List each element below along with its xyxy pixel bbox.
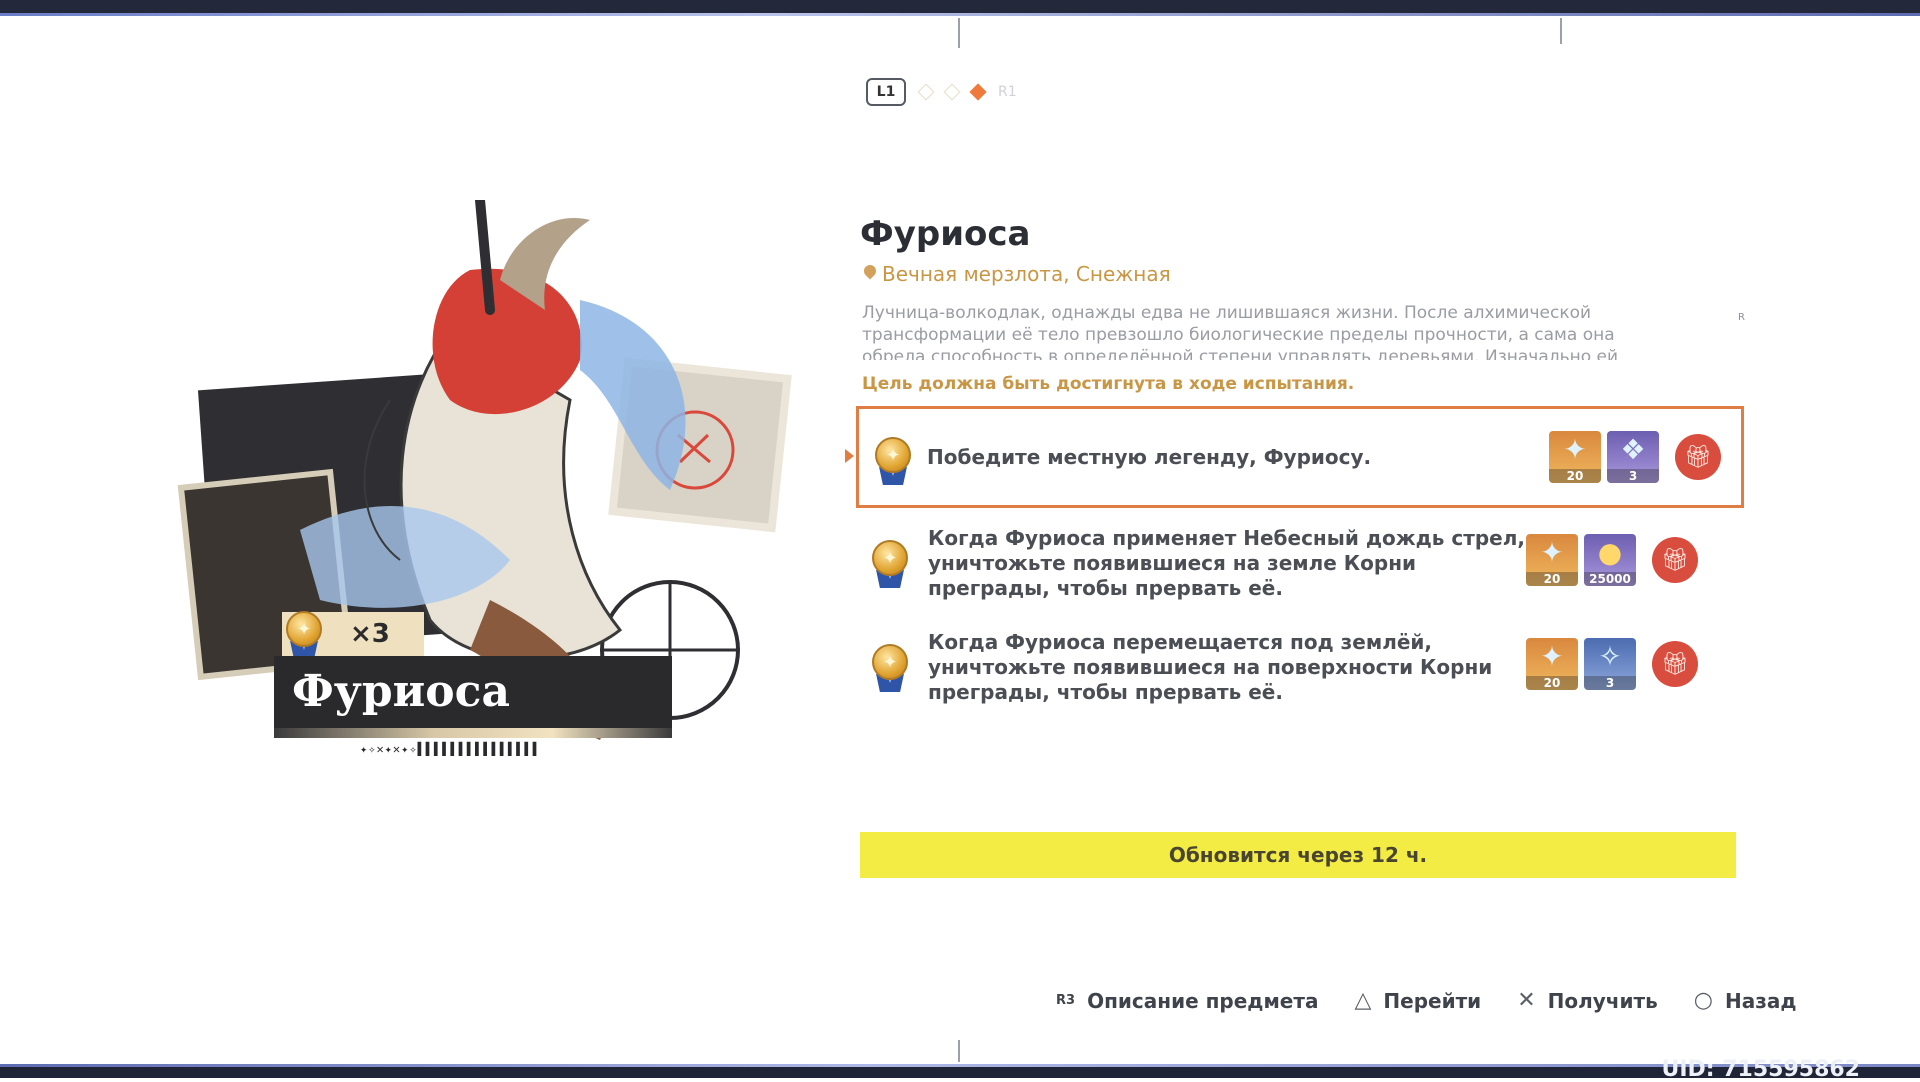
character-name-plate: Фуриоса — [274, 656, 672, 738]
boss-description[interactable]: Лучница-волкодлак, однажды едва не лишив… — [862, 302, 1682, 360]
task-rewards: ✦ 20 ✧ 3 🎁︎ — [1526, 638, 1698, 690]
task-rewards: ✦ 20 ❖ 3 🎁︎ — [1549, 431, 1721, 483]
l1-button[interactable]: L1 — [866, 78, 906, 106]
page-indicator: L1 R1 — [866, 78, 1017, 106]
scroll-hint: R — [1738, 312, 1745, 323]
bottom-bar — [0, 1064, 1920, 1078]
top-bar — [0, 0, 1920, 16]
divider-tick — [1560, 18, 1562, 44]
decorative-glyphs: ✦✧✕✦✕✦✧▌▌▌▌▌▌▌▌▌▌▌▌▌▌▌ — [360, 742, 541, 756]
uid-label: UID: 715595862 — [1661, 1057, 1860, 1082]
gift-icon[interactable]: 🎁︎ — [1652, 641, 1698, 687]
task-rewards: ✦ 20 ● 25000 🎁︎ — [1526, 534, 1698, 586]
page-dot-active[interactable] — [969, 83, 987, 101]
task-row[interactable]: ✦ Победите местную легенду, Фуриосу. ✦ 20… — [845, 406, 1744, 508]
medal-icon: ✦ — [868, 642, 912, 692]
item-description-button[interactable]: R3 Описание предмета — [1056, 989, 1318, 1013]
page-dot[interactable] — [943, 83, 961, 101]
medal-multiplier: ×3 — [350, 619, 390, 649]
triangle-icon: △ — [1354, 988, 1372, 1013]
refresh-timer: Обновится через 12 ч. — [860, 832, 1736, 878]
r3-key-icon: R3 — [1056, 993, 1076, 1008]
location-text: Вечная мерзлота, Снежная — [882, 262, 1171, 286]
hero-wit-icon[interactable]: ❖ 3 — [1607, 431, 1659, 483]
claim-button[interactable]: ✕ Получить — [1517, 988, 1658, 1013]
mystic-ore-icon[interactable]: ✧ 3 — [1584, 638, 1636, 690]
divider-tick — [958, 18, 960, 48]
character-name: Фуриоса — [292, 666, 510, 717]
circle-icon: ○ — [1693, 988, 1713, 1013]
primogem-icon[interactable]: ✦ 20 — [1549, 431, 1601, 483]
mora-icon[interactable]: ● 25000 — [1584, 534, 1636, 586]
task-row[interactable]: ✦ Когда Фуриоса применяет Небесный дождь… — [856, 512, 1744, 614]
task-text: Когда Фуриоса перемещается под землёй, у… — [928, 629, 1493, 704]
task-text: Когда Фуриоса применяет Небесный дождь с… — [928, 525, 1525, 600]
cross-icon: ✕ — [1517, 988, 1536, 1013]
claim-label: Получить — [1547, 988, 1658, 1013]
primogem-icon[interactable]: ✦ 20 — [1526, 638, 1578, 690]
medal-count-badge: ✦ ×3 — [282, 609, 424, 659]
goto-label: Перейти — [1383, 988, 1482, 1013]
back-label: Назад — [1725, 988, 1797, 1013]
divider-tick — [958, 1040, 960, 1062]
back-button[interactable]: ○ Назад — [1694, 988, 1797, 1013]
location-pin-icon — [864, 265, 876, 283]
r1-button[interactable]: R1 — [998, 84, 1017, 100]
goto-button[interactable]: △ Перейти — [1354, 988, 1481, 1013]
primogem-icon[interactable]: ✦ 20 — [1526, 534, 1578, 586]
medal-icon: ✦ — [868, 538, 912, 588]
selection-arrow-icon — [845, 449, 854, 463]
task-text: Победите местную легенду, Фуриосу. — [927, 444, 1372, 469]
gift-icon[interactable]: 🎁︎ — [1652, 537, 1698, 583]
page-dot[interactable] — [917, 83, 935, 101]
footer-controls: R3 Описание предмета △ Перейти ✕ Получит… — [1056, 988, 1797, 1013]
item-description-label: Описание предмета — [1087, 988, 1319, 1013]
task-row[interactable]: ✦ Когда Фуриоса перемещается под землёй,… — [856, 616, 1744, 718]
gift-icon[interactable]: 🎁︎ — [1675, 434, 1721, 480]
medal-icon: ✦ — [282, 609, 326, 659]
boss-title: Фуриоса — [860, 214, 1031, 254]
boss-location: Вечная мерзлота, Снежная — [864, 262, 1171, 286]
goal-note: Цель должна быть достигнута в ходе испыт… — [862, 374, 1355, 394]
medal-icon: ✦ — [871, 435, 915, 485]
